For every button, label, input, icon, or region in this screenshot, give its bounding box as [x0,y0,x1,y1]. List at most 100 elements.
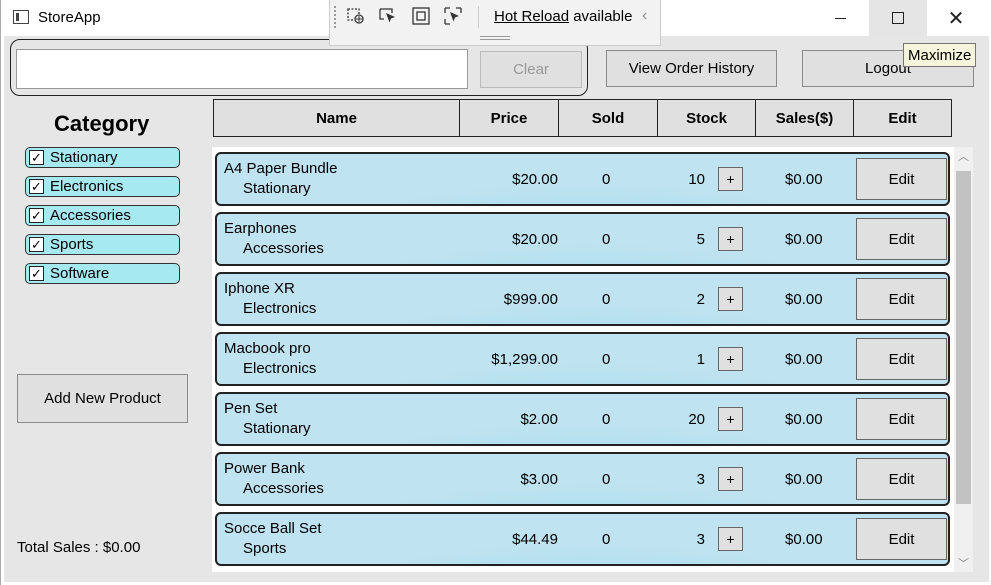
category-label: Sports [50,236,94,253]
product-row[interactable]: Earphones Accessories $20.00 0 5 + $0.00… [215,212,950,266]
product-category: Electronics [243,300,317,317]
product-sold: 0 [602,531,611,548]
product-price: $999.00 [503,291,558,308]
toolbar-grip[interactable] [334,6,338,28]
search-group: Clear [10,39,588,96]
product-category: Stationary [243,420,311,437]
view-order-history-button[interactable]: View Order History [606,50,777,87]
column-header-sales[interactable]: Sales($) [755,99,854,137]
product-sold: 0 [602,411,611,428]
scroll-thumb[interactable] [956,171,971,504]
product-stock: 10 [688,171,705,188]
vertical-scrollbar[interactable]: ︿ ﹀ [954,147,973,572]
product-sales: $0.00 [785,291,823,308]
search-input[interactable] [16,49,468,89]
close-button[interactable]: ✕ [927,0,985,36]
edit-button[interactable]: Edit [856,278,947,320]
product-name: Power Bank [224,460,305,477]
hot-reload-link[interactable]: Hot Reload [494,8,569,25]
product-category: Electronics [243,360,317,377]
increase-stock-button[interactable]: + [718,287,743,311]
column-header-sold[interactable]: Sold [558,99,658,137]
toolbar-handle[interactable] [480,36,510,40]
product-row[interactable]: Socce Ball Set Sports $44.49 0 3 + $0.00… [215,512,950,566]
product-price: $20.00 [512,231,558,248]
product-name: A4 Paper Bundle [224,160,338,177]
category-filter-software[interactable]: ✓ Software [25,263,180,284]
close-icon: ✕ [947,6,965,30]
track-focus-icon[interactable] [443,6,463,26]
product-name: Iphone XR [224,280,295,297]
checkbox[interactable]: ✓ [29,266,44,281]
product-stock: 3 [696,531,705,548]
category-label: Accessories [50,207,131,224]
edit-button[interactable]: Edit [856,338,947,380]
product-row[interactable]: Power Bank Accessories $3.00 0 3 + $0.00… [215,452,950,506]
product-category: Sports [243,540,287,557]
collapse-icon[interactable]: ‹ [642,7,647,25]
add-new-product-button[interactable]: Add New Product [17,374,188,423]
checkbox[interactable]: ✓ [29,237,44,252]
product-row[interactable]: Pen Set Stationary $2.00 0 20 + $0.00 Ed… [215,392,950,446]
edit-button[interactable]: Edit [856,398,947,440]
category-label: Stationary [50,149,118,166]
hot-reload-status: Hot Reload available [494,8,632,25]
product-price: $20.00 [512,171,558,188]
category-filter-stationary[interactable]: ✓ Stationary [25,147,180,168]
product-stock: 3 [696,471,705,488]
checkbox[interactable]: ✓ [29,150,44,165]
product-category: Stationary [243,180,311,197]
product-list[interactable]: A4 Paper Bundle Stationary $20.00 0 10 +… [212,147,973,572]
column-header-edit[interactable]: Edit [853,99,952,137]
edit-button[interactable]: Edit [856,218,947,260]
increase-stock-button[interactable]: + [718,467,743,491]
edit-button[interactable]: Edit [856,158,947,200]
maximize-button[interactable] [869,0,927,36]
scroll-down-icon[interactable]: ﹀ [954,554,973,572]
column-header-price[interactable]: Price [459,99,559,137]
select-element-icon[interactable] [346,6,366,26]
increase-stock-button[interactable]: + [718,227,743,251]
edit-button[interactable]: Edit [856,458,947,500]
increase-stock-button[interactable]: + [718,167,743,191]
checkbox[interactable]: ✓ [29,208,44,223]
product-row[interactable]: Macbook pro Electronics $1,299.00 0 1 + … [215,332,950,386]
product-sold: 0 [602,471,611,488]
product-stock: 1 [696,351,705,368]
product-stock: 20 [688,411,705,428]
product-row[interactable]: Iphone XR Electronics $999.00 0 2 + $0.0… [215,272,950,326]
category-label: Electronics [50,178,124,195]
product-row[interactable]: A4 Paper Bundle Stationary $20.00 0 10 +… [215,152,950,206]
category-filter-accessories[interactable]: ✓ Accessories [25,205,180,226]
scroll-up-icon[interactable]: ︿ [954,147,973,165]
minimize-icon [834,17,846,19]
column-header-stock[interactable]: Stock [657,99,756,137]
total-sales: Total Sales : $0.00 [17,539,141,556]
product-sales: $0.00 [785,171,823,188]
product-sold: 0 [602,291,611,308]
window-title: StoreApp [38,9,101,26]
hot-reload-toolbar: Hot Reload available ‹ [329,0,661,46]
maximize-icon [892,12,904,24]
select-pointer-icon[interactable] [378,6,398,26]
increase-stock-button[interactable]: + [718,347,743,371]
checkbox[interactable]: ✓ [29,179,44,194]
toolbar-separator [478,6,479,28]
category-heading: Category [54,111,150,136]
edit-button[interactable]: Edit [856,518,947,560]
category-filter-sports[interactable]: ✓ Sports [25,234,180,255]
product-name: Macbook pro [224,340,311,357]
product-category: Accessories [243,480,324,497]
product-sold: 0 [602,171,611,188]
layout-adorner-icon[interactable] [411,6,431,26]
minimize-button[interactable] [811,0,869,36]
main-content: Clear View Order History Logout Category… [4,36,989,582]
increase-stock-button[interactable]: + [718,407,743,431]
increase-stock-button[interactable]: + [718,527,743,551]
hot-reload-suffix: available [569,8,633,25]
category-filter-electronics[interactable]: ✓ Electronics [25,176,180,197]
clear-button[interactable]: Clear [480,51,582,88]
column-header-name[interactable]: Name [213,99,460,137]
product-sales: $0.00 [785,471,823,488]
app-icon [13,10,29,24]
